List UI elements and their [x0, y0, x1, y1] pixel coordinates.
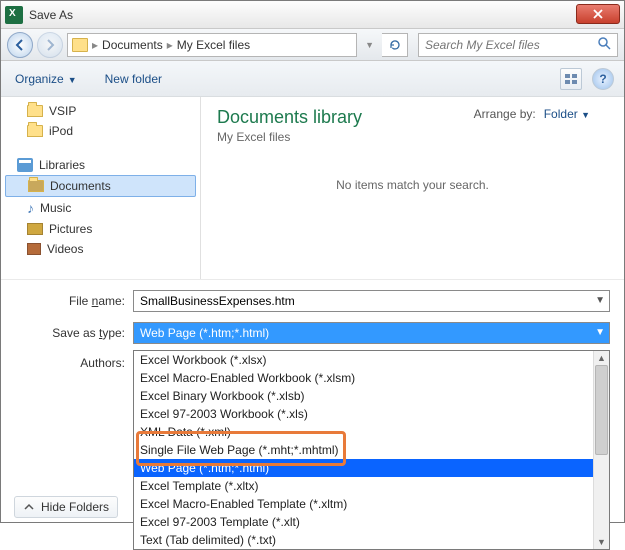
search-icon [597, 36, 611, 53]
scrollbar[interactable]: ▲ ▼ [593, 351, 609, 549]
chevron-down-icon: ▼ [581, 110, 590, 120]
chevron-down-icon: ▼ [68, 75, 77, 85]
help-button[interactable]: ? [592, 68, 614, 90]
main-area: VSIP iPod Libraries Documents ♪ Music Pic… [1, 97, 624, 279]
libraries-icon [17, 158, 33, 172]
pictures-icon [27, 223, 43, 235]
sidebar-item-label: Videos [47, 242, 83, 256]
sidebar-item-videos[interactable]: Videos [1, 239, 200, 259]
navbar: ▸ Documents ▸ My Excel files ▼ [1, 29, 624, 61]
close-button[interactable] [576, 4, 620, 24]
search-box[interactable] [418, 33, 618, 57]
organize-button[interactable]: Organize▼ [15, 72, 77, 86]
authors-label: Authors: [15, 354, 125, 370]
view-button[interactable] [560, 68, 582, 90]
sidebar-item-music[interactable]: ♪ Music [1, 197, 200, 219]
forward-button[interactable] [37, 32, 63, 58]
sidebar-item-label: Music [40, 201, 71, 215]
hide-folders-button[interactable]: Hide Folders [14, 496, 118, 518]
new-folder-button[interactable]: New folder [105, 72, 162, 86]
sidebar-item-label: Documents [50, 179, 111, 193]
help-icon: ? [599, 72, 606, 86]
file-type-option[interactable]: XML Data (*.xml) [134, 423, 609, 441]
save-as-type-select[interactable]: Web Page (*.htm;*.html) ▼ [133, 322, 610, 344]
file-type-option[interactable]: Excel Template (*.xltx) [134, 477, 609, 495]
folder-icon [72, 38, 88, 52]
file-type-option[interactable]: Excel Binary Workbook (*.xlsb) [134, 387, 609, 405]
arrow-left-icon [13, 38, 27, 52]
sidebar-item-pictures[interactable]: Pictures [1, 219, 200, 239]
videos-icon [27, 243, 41, 255]
file-type-option[interactable]: Excel 97-2003 Workbook (*.xls) [134, 405, 609, 423]
save-as-type-label: Save as type: [15, 326, 125, 340]
form-area: File name: SmallBusinessExpenses.htm ▼ S… [1, 279, 624, 380]
content-pane: Documents library My Excel files Arrange… [201, 97, 624, 279]
arrange-by[interactable]: Arrange by: Folder ▼ [474, 107, 590, 121]
search-input[interactable] [425, 38, 593, 52]
excel-icon [5, 6, 23, 24]
scroll-down-arrow[interactable]: ▼ [594, 535, 609, 549]
breadcrumb-segment[interactable]: Documents [102, 38, 163, 52]
filename-value: SmallBusinessExpenses.htm [140, 294, 295, 308]
refresh-icon [388, 38, 402, 52]
sidebar-item-label: iPod [49, 124, 73, 138]
chevron-down-icon: ▼ [595, 327, 605, 338]
sidebar: VSIP iPod Libraries Documents ♪ Music Pic… [1, 97, 201, 279]
file-type-option[interactable]: Excel Macro-Enabled Workbook (*.xlsm) [134, 369, 609, 387]
chevron-right-icon: ▸ [167, 38, 173, 52]
view-icon [564, 73, 578, 85]
arrange-label: Arrange by: [474, 107, 536, 121]
save-as-type-value: Web Page (*.htm;*.html) [140, 326, 269, 340]
file-type-option[interactable]: Single File Web Page (*.mht;*.mhtml) [134, 441, 609, 459]
file-type-dropdown[interactable]: Excel Workbook (*.xlsx)Excel Macro-Enabl… [133, 350, 610, 550]
hide-folders-label: Hide Folders [41, 500, 109, 514]
file-type-option[interactable]: Text (Tab delimited) (*.txt) [134, 531, 609, 549]
arrow-right-icon [43, 38, 57, 52]
sidebar-item-label: Libraries [39, 158, 85, 172]
refresh-button[interactable] [382, 33, 408, 57]
content-subheading: My Excel files [217, 130, 362, 144]
breadcrumb[interactable]: ▸ Documents ▸ My Excel files [67, 33, 357, 57]
scroll-up-arrow[interactable]: ▲ [594, 351, 609, 365]
file-type-option[interactable]: Excel 97-2003 Template (*.xlt) [134, 513, 609, 531]
window-title: Save As [29, 8, 73, 22]
file-type-option[interactable]: Web Page (*.htm;*.html) [134, 459, 609, 477]
toolbar: Organize▼ New folder ? [1, 61, 624, 97]
sidebar-item-label: Pictures [49, 222, 92, 236]
sidebar-item-libraries[interactable]: Libraries [1, 155, 200, 175]
sidebar-item-documents[interactable]: Documents [5, 175, 196, 197]
sidebar-item-label: VSIP [49, 104, 76, 118]
close-icon [593, 9, 603, 19]
filename-label: File name: [15, 294, 125, 308]
chevron-up-icon [23, 501, 35, 513]
chevron-down-icon[interactable]: ▼ [365, 40, 374, 50]
folder-icon [27, 105, 43, 117]
file-type-option[interactable]: Excel Macro-Enabled Template (*.xltm) [134, 495, 609, 513]
sidebar-item-vsip[interactable]: VSIP [1, 101, 200, 121]
chevron-right-icon: ▸ [92, 38, 98, 52]
sidebar-item-ipod[interactable]: iPod [1, 121, 200, 141]
titlebar: Save As [1, 1, 624, 29]
breadcrumb-segment[interactable]: My Excel files [177, 38, 250, 52]
filename-input[interactable]: SmallBusinessExpenses.htm ▼ [133, 290, 610, 312]
file-type-option[interactable]: Excel Workbook (*.xlsx) [134, 351, 609, 369]
empty-message: No items match your search. [217, 178, 608, 192]
folder-icon [27, 125, 43, 137]
content-heading: Documents library [217, 107, 362, 128]
documents-icon [28, 180, 44, 192]
arrange-value: Folder [544, 107, 578, 121]
back-button[interactable] [7, 32, 33, 58]
music-icon: ♪ [27, 200, 34, 216]
scroll-thumb[interactable] [595, 365, 608, 455]
chevron-down-icon: ▼ [595, 295, 605, 306]
